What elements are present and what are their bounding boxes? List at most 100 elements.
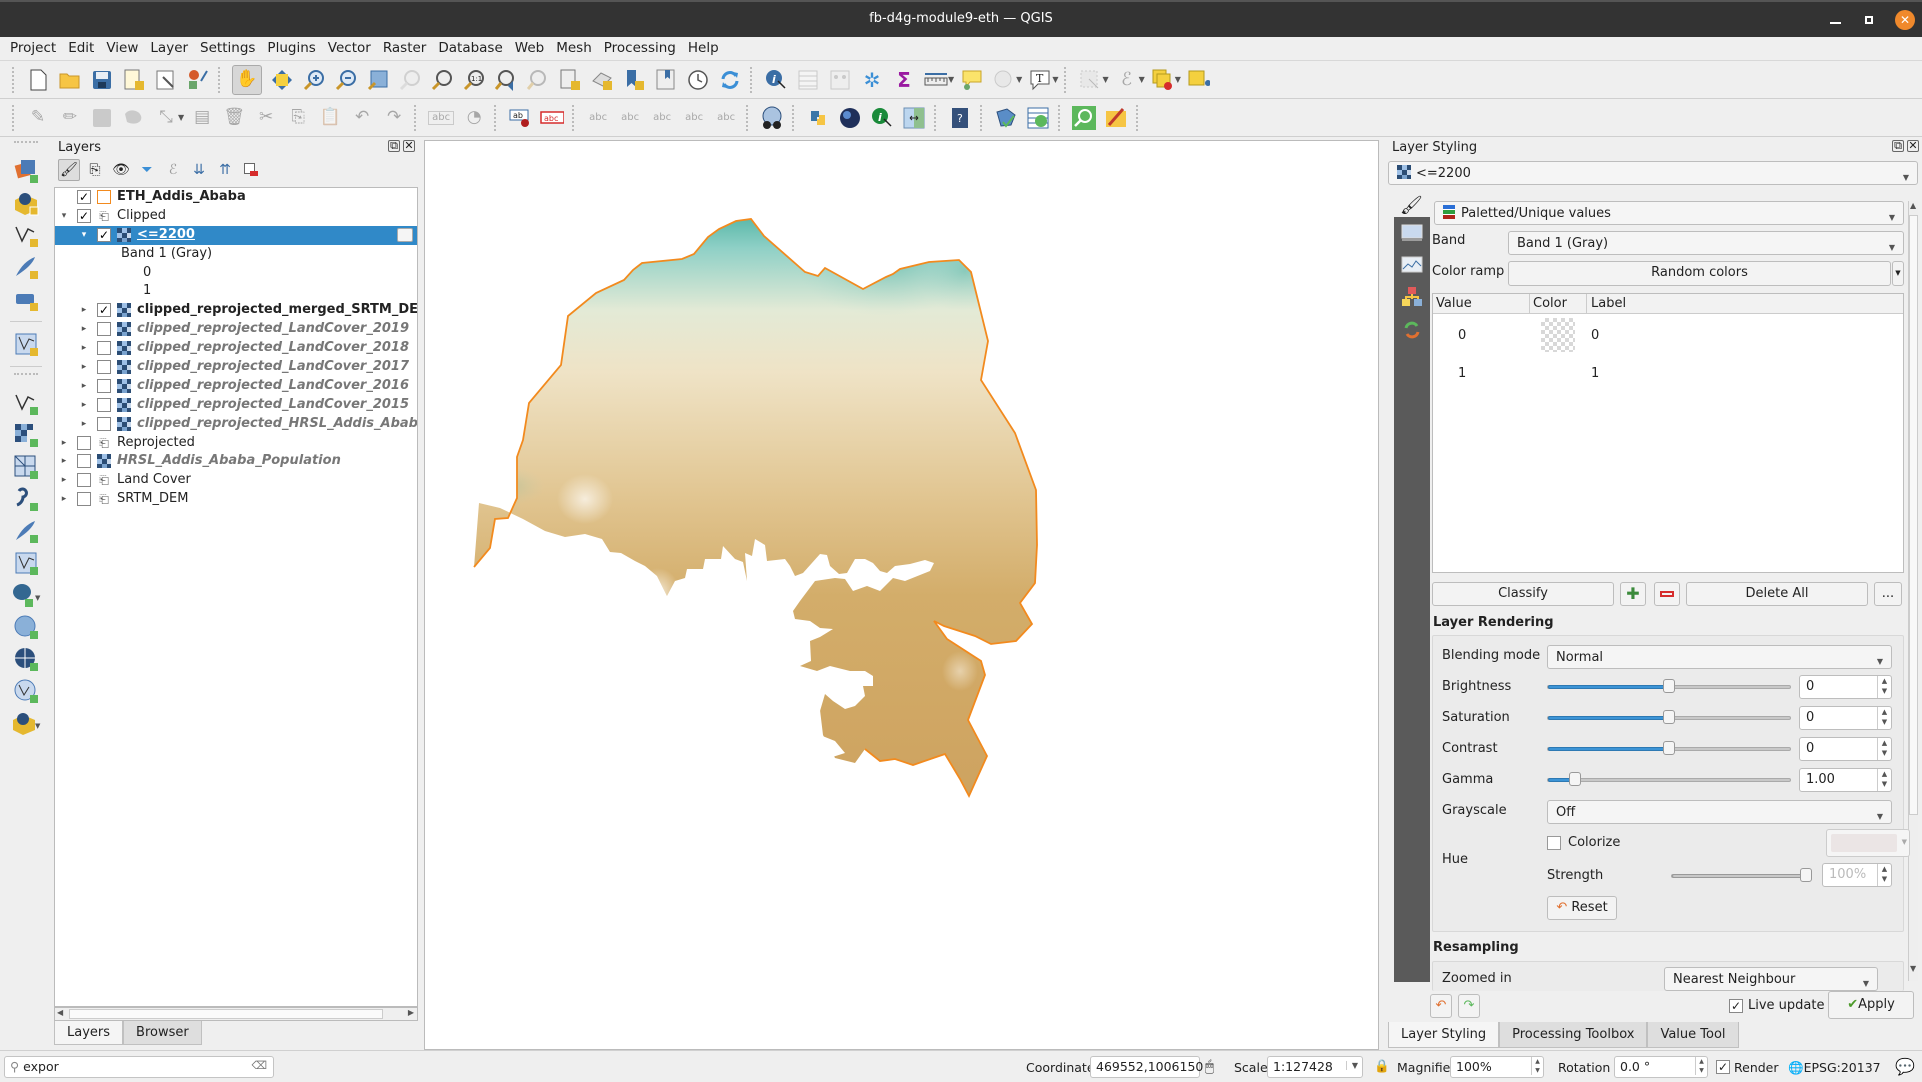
color-ramp-dropdown[interactable]: ▼	[1892, 261, 1904, 286]
scrollbar-thumb[interactable]	[1909, 215, 1918, 815]
filter-by-expression-icon[interactable]: ℰ	[162, 159, 184, 181]
menu-view[interactable]: View	[101, 37, 143, 56]
layer-tree-row[interactable]: ▸ clipped_reprojected_LandCover_2015	[55, 396, 417, 415]
remove-class-button[interactable]	[1654, 582, 1680, 606]
open-project-icon[interactable]	[58, 68, 82, 92]
layer-visibility-checkbox[interactable]	[77, 454, 91, 469]
attribute-table-icon[interactable]	[796, 68, 820, 92]
new-geopackage-layer-icon[interactable]	[0, 187, 52, 219]
select-by-expression-icon[interactable]: ℰ	[1115, 68, 1139, 92]
expand-arrow-icon[interactable]: ▸	[79, 301, 89, 320]
zoom-native-resolution-icon[interactable]: 1:1	[462, 68, 486, 92]
vertex-tool-icon[interactable]: ⤡	[154, 106, 178, 130]
legend-item[interactable]: 0	[55, 264, 417, 283]
menu-processing[interactable]: Processing	[599, 37, 681, 56]
layer-tree-row[interactable]: ▸ HRSL_Addis_Ababa_Population	[55, 452, 417, 471]
redo-style-button[interactable]: ↷	[1458, 994, 1480, 1018]
new-map-view-icon[interactable]	[558, 68, 582, 92]
toolbar-grip[interactable]	[1136, 104, 1142, 131]
crs-button[interactable]: 🌐EPSG:20137	[1788, 1060, 1881, 1076]
menu-project[interactable]: Project	[5, 37, 61, 56]
strength-slider[interactable]	[1671, 868, 1812, 882]
renderer-type-combo[interactable]: Paletted/Unique values ▼	[1434, 201, 1904, 225]
symbology-tab-icon[interactable]: 🖌	[1400, 195, 1426, 219]
scrollbar-thumb[interactable]	[69, 1009, 383, 1019]
new-project-icon[interactable]	[26, 68, 50, 92]
layer-visibility-checkbox[interactable]: ✓	[97, 303, 111, 318]
new-temporary-layer-icon[interactable]	[0, 283, 52, 315]
spin-arrows-icon[interactable]: ▲ ▼	[1877, 769, 1891, 791]
styling-vertical-scrollbar[interactable]: ▲ ▼	[1908, 201, 1918, 981]
gamma-spinbox[interactable]: 1.00 ▲ ▼	[1799, 768, 1892, 792]
histogram-tab-icon[interactable]	[1394, 249, 1430, 281]
save-project-icon[interactable]	[90, 68, 114, 92]
quickmapservices-icon[interactable]	[1104, 106, 1128, 130]
python-console-icon[interactable]	[806, 106, 830, 130]
change-label-icon[interactable]: abc	[682, 106, 706, 130]
add-geonode-layer-icon[interactable]: ▼	[0, 707, 52, 739]
expand-arrow-icon[interactable]: ▸	[79, 377, 89, 396]
tab-browser[interactable]: Browser	[123, 1021, 202, 1045]
tab-value-tool[interactable]: Value Tool	[1647, 1022, 1739, 1048]
select-by-location-icon[interactable]	[1187, 68, 1211, 92]
menu-help[interactable]: Help	[683, 37, 724, 56]
menu-raster[interactable]: Raster	[378, 37, 432, 56]
delete-all-button[interactable]: Delete All	[1686, 582, 1868, 606]
apply-button[interactable]: ✔Apply	[1828, 991, 1914, 1019]
spin-arrows-icon[interactable]: ▲ ▼	[1877, 738, 1891, 760]
spin-arrows-icon[interactable]: ▲ ▼	[1877, 676, 1891, 698]
vertex-dropdown-icon[interactable]: ▼	[178, 113, 184, 122]
contrast-slider[interactable]	[1547, 741, 1791, 755]
layer-visibility-checkbox[interactable]	[97, 378, 111, 393]
layer-visibility-checkbox[interactable]	[77, 492, 91, 507]
layer-tree-row[interactable]: ▸ ⎗ Reprojected	[55, 434, 417, 453]
class-color-swatch[interactable]	[1541, 318, 1575, 352]
layer-select-combo[interactable]: <=2200 ▼	[1388, 161, 1918, 185]
actions-dropdown-icon[interactable]: ▼	[1016, 75, 1022, 84]
map-canvas[interactable]	[424, 140, 1379, 1050]
highlight-pinned-labels-icon[interactable]: abc	[540, 106, 565, 130]
more-options-button[interactable]: ...	[1874, 582, 1902, 606]
saturation-slider[interactable]	[1547, 710, 1791, 724]
toolbar-grip[interactable]	[12, 104, 18, 131]
style-manager-icon[interactable]	[186, 68, 210, 92]
new-bookmark-icon[interactable]	[622, 68, 646, 92]
add-delimited-text-layer-icon[interactable]	[0, 483, 52, 515]
pan-to-selection-icon[interactable]	[270, 68, 294, 92]
scroll-right-icon[interactable]: ▶	[408, 1008, 414, 1017]
layer-indicator-icon[interactable]	[397, 227, 413, 242]
expand-all-icon[interactable]: ⇊	[188, 159, 210, 181]
add-postgis-layer-icon[interactable]: ▼	[0, 579, 52, 611]
layer-visibility-checkbox[interactable]	[97, 322, 111, 337]
toolbar-grip[interactable]	[934, 104, 940, 131]
scale-combo[interactable]: 1:127428 ▼	[1267, 1056, 1363, 1078]
add-spatialite-layer-icon[interactable]	[0, 515, 52, 547]
expand-arrow-icon[interactable]: ▸	[59, 452, 69, 471]
actions-icon[interactable]	[992, 68, 1016, 92]
layer-tree-row[interactable]: ▸ clipped_reprojected_LandCover_2019	[55, 320, 417, 339]
add-group-icon[interactable]: ⎘	[84, 159, 106, 181]
layer-visibility-checkbox[interactable]	[97, 416, 111, 431]
search-layers-icon[interactable]	[1072, 105, 1097, 130]
maximize-button[interactable]	[1857, 8, 1881, 32]
qgis-globe-icon[interactable]	[838, 106, 862, 130]
show-bookmarks-icon[interactable]	[654, 68, 678, 92]
expand-arrow-icon[interactable]: ▸	[79, 415, 89, 434]
close-panel-icon[interactable]: ✕	[403, 140, 415, 152]
band-combo[interactable]: Band 1 (Gray) ▼	[1508, 231, 1904, 255]
slider-handle[interactable]	[1663, 679, 1675, 693]
toolbar-grip[interactable]	[414, 104, 420, 131]
layer-tree-horizontal-scrollbar[interactable]: ◀ ▶	[54, 1007, 418, 1021]
expression-dropdown-icon[interactable]: ▼	[1139, 75, 1145, 84]
zoom-to-selection-icon[interactable]	[398, 68, 422, 92]
transparency-tab-icon[interactable]	[1394, 217, 1430, 249]
layer-tree-row[interactable]: ✓ ETH_Addis_Ababa	[55, 188, 417, 207]
measure-dropdown-icon[interactable]: ▼	[948, 75, 954, 84]
filter-legend-icon[interactable]: ⏷	[136, 159, 158, 181]
close-button[interactable]: ✕	[1895, 10, 1915, 30]
deselect-dropdown-icon[interactable]: ▼	[1175, 75, 1181, 84]
add-mesh-layer-icon[interactable]	[0, 451, 52, 483]
zoom-to-layer-icon[interactable]	[430, 68, 454, 92]
rotation-spinbox[interactable]: 0.0 ° ▲ ▼	[1614, 1056, 1708, 1078]
spin-arrows-icon[interactable]: ▲ ▼	[1877, 707, 1891, 729]
